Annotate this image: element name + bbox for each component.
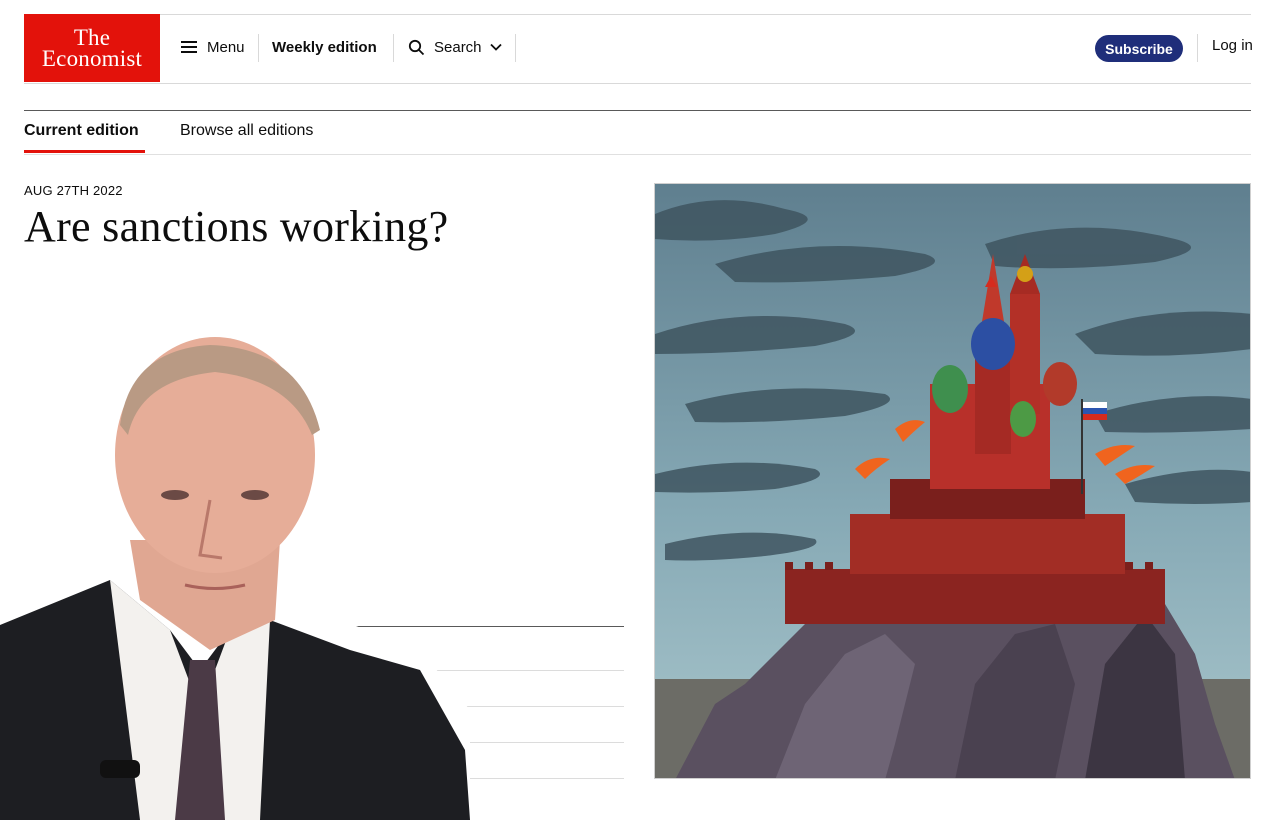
tabs-bottom-rule — [24, 154, 1251, 155]
subscribe-button[interactable]: Subscribe — [1095, 35, 1183, 62]
active-tab-indicator — [24, 150, 145, 153]
economist-logo[interactable]: The Economist — [24, 14, 160, 82]
weekly-edition-label: Weekly edition — [272, 38, 377, 56]
menu-button[interactable]: Menu — [181, 36, 245, 58]
tabs-top-rule — [24, 110, 1251, 111]
nav-divider — [515, 34, 516, 62]
cover-image[interactable] — [654, 183, 1251, 779]
cover-illustration — [655, 184, 1250, 778]
weekly-edition-link[interactable]: Weekly edition — [272, 36, 377, 58]
portrait-illustration — [0, 332, 470, 820]
menu-icon — [181, 41, 197, 53]
search-label: Search — [434, 38, 482, 56]
nav-divider — [258, 34, 259, 62]
chevron-down-icon — [489, 43, 502, 51]
search-button[interactable]: Search — [408, 36, 502, 58]
logo-line-2: Economist — [41, 46, 143, 71]
tab-browse-all-editions[interactable]: Browse all editions — [180, 122, 313, 140]
nav-divider — [393, 34, 394, 62]
menu-label: Menu — [207, 38, 245, 56]
login-link[interactable]: Log in — [1212, 37, 1253, 54]
portrait-image — [0, 330, 470, 820]
nav-divider — [1197, 34, 1198, 62]
edition-date: AUG 27TH 2022 — [24, 183, 123, 198]
tab-current-edition[interactable]: Current edition — [24, 122, 139, 140]
search-icon — [408, 39, 425, 55]
logo-line-1: The — [73, 25, 111, 50]
edition-headline[interactable]: Are sanctions working? — [24, 201, 449, 252]
